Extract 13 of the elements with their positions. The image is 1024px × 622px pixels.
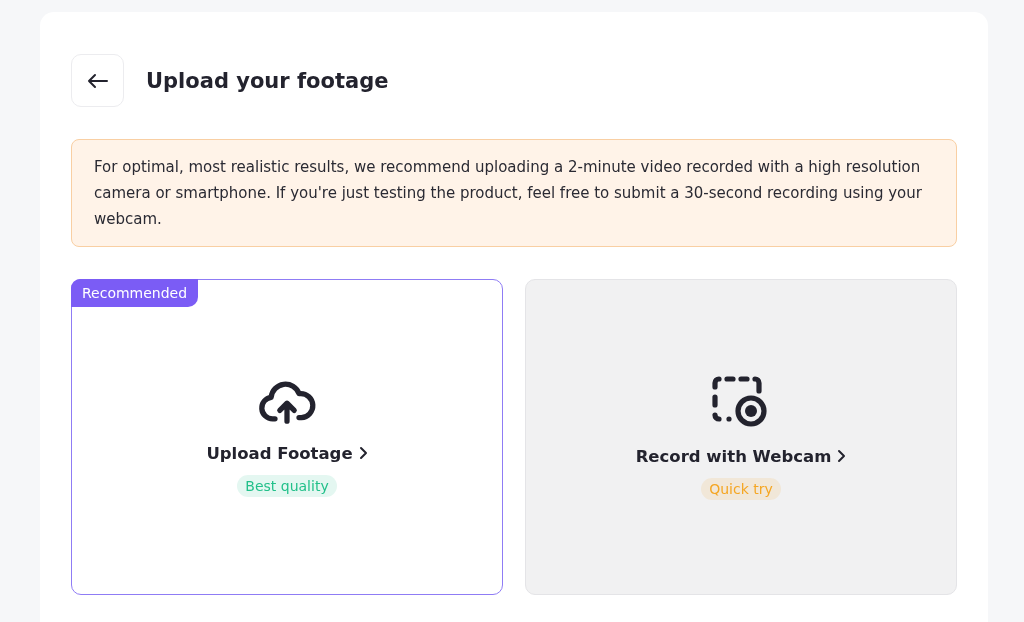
back-arrow-icon	[86, 72, 109, 89]
recommended-badge: Recommended	[71, 279, 199, 307]
back-button[interactable]	[71, 54, 124, 107]
option-card[interactable]: Record with Webcam Quick try	[525, 279, 957, 595]
option-label: Upload Footage	[206, 443, 368, 463]
option-label: Record with Webcam	[635, 446, 847, 466]
quality-tag: Best quality	[237, 474, 337, 497]
option-card[interactable]: Recommended Upload Footage Best quality	[71, 279, 503, 595]
info-notice: For optimal, most realistic results, we recommend uploading a 2-minute video recorded with a high resolution camera or smartphone. If you're just testing the product, feel free to submit a 30-second recording using your webcam.	[71, 139, 957, 247]
quality-tag: Quick try	[701, 477, 781, 500]
chevron-right-icon	[837, 449, 847, 463]
chevron-right-icon	[358, 446, 368, 460]
page-title: Upload your footage	[146, 68, 389, 93]
